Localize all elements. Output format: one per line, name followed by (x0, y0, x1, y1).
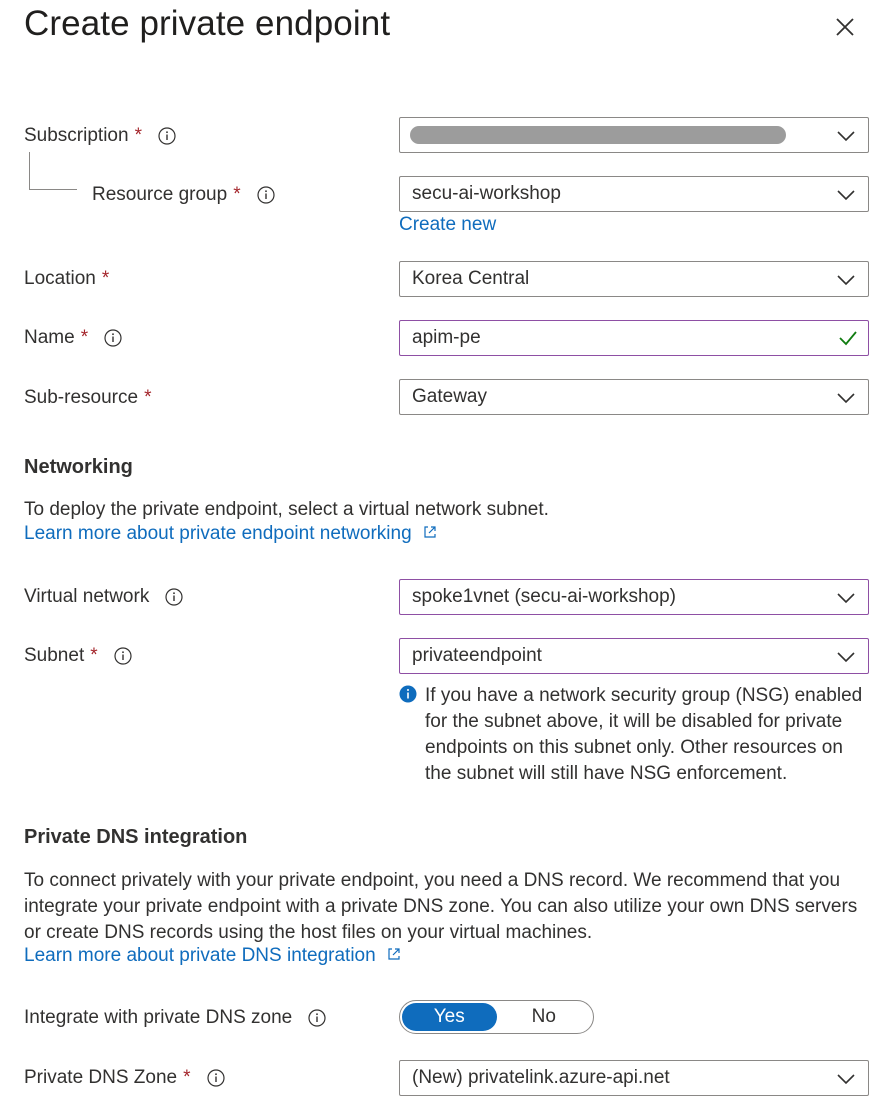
info-icon[interactable] (165, 588, 183, 606)
name-input[interactable]: apim-pe (399, 320, 869, 356)
required-marker: * (183, 1067, 191, 1088)
location-value: Korea Central (412, 268, 530, 289)
resource-group-dropdown[interactable]: secu-ai-workshop (399, 176, 869, 212)
toggle-yes-option[interactable]: Yes (402, 1003, 497, 1031)
networking-heading: Networking (24, 456, 133, 478)
required-marker: * (233, 184, 241, 205)
sub-resource-label: Sub-resource * (24, 387, 152, 408)
info-filled-icon (399, 685, 417, 703)
required-marker: * (80, 327, 89, 348)
private-dns-zone-label: Private DNS Zone * (24, 1064, 225, 1092)
chevron-down-icon (837, 190, 855, 201)
info-icon[interactable] (104, 329, 122, 347)
info-icon[interactable] (308, 1009, 326, 1027)
integrate-dns-toggle[interactable]: Yes No (399, 1000, 594, 1034)
location-label: Location * (24, 268, 110, 289)
location-dropdown[interactable]: Korea Central (399, 261, 869, 297)
info-icon[interactable] (114, 647, 132, 665)
chevron-down-icon (837, 1074, 855, 1085)
virtual-network-label: Virtual network (24, 583, 183, 611)
close-icon[interactable] (830, 12, 860, 42)
chevron-down-icon (837, 275, 855, 286)
create-new-link[interactable]: Create new (399, 214, 496, 236)
sub-resource-dropdown[interactable]: Gateway (399, 379, 869, 415)
private-dns-zone-value: (New) privatelink.azure-api.net (412, 1067, 670, 1088)
chevron-down-icon (837, 652, 855, 663)
info-icon[interactable] (257, 186, 275, 204)
info-icon[interactable] (158, 127, 176, 145)
required-marker: * (134, 125, 142, 146)
checkmark-icon (839, 331, 857, 346)
nsg-info-message: If you have a network security group (NS… (399, 683, 873, 787)
subnet-value: privateendpoint (412, 645, 542, 666)
private-dns-zone-dropdown[interactable]: (New) privatelink.azure-api.net (399, 1060, 869, 1096)
required-marker: * (90, 645, 98, 666)
hierarchy-connector (29, 152, 77, 190)
subscription-dropdown[interactable] (399, 117, 869, 153)
dns-description: To connect privately with your private e… (24, 870, 858, 943)
networking-learn-more[interactable]: Learn more about private endpoint networ… (24, 523, 438, 545)
panel-title: Create private endpoint (24, 4, 391, 43)
subscription-label: Subscription * (24, 122, 176, 150)
resource-group-label: Resource group * (92, 181, 275, 209)
external-link-icon (388, 948, 400, 960)
external-link-icon (424, 526, 436, 538)
required-marker: * (144, 387, 152, 408)
integrate-dns-label: Integrate with private DNS zone (24, 1004, 326, 1032)
subnet-label: Subnet * (24, 642, 132, 670)
subnet-dropdown[interactable]: privateendpoint (399, 638, 869, 674)
virtual-network-value: spoke1vnet (secu-ai-workshop) (412, 586, 677, 607)
required-marker: * (101, 268, 110, 289)
dns-heading: Private DNS integration (24, 826, 248, 848)
chevron-down-icon (837, 393, 855, 404)
dns-learn-more[interactable]: Learn more about private DNS integration (24, 945, 402, 967)
sub-resource-value: Gateway (412, 386, 487, 407)
virtual-network-dropdown[interactable]: spoke1vnet (secu-ai-workshop) (399, 579, 869, 615)
info-icon[interactable] (206, 1069, 225, 1087)
networking-description: To deploy the private endpoint, select a… (24, 499, 549, 520)
toggle-no-option[interactable]: No (497, 1003, 592, 1031)
name-label: Name * (24, 324, 122, 352)
resource-group-value: secu-ai-workshop (412, 183, 561, 204)
redacted-value (410, 126, 786, 144)
chevron-down-icon (837, 593, 855, 604)
chevron-down-icon (837, 131, 855, 142)
name-value: apim-pe (412, 327, 481, 348)
